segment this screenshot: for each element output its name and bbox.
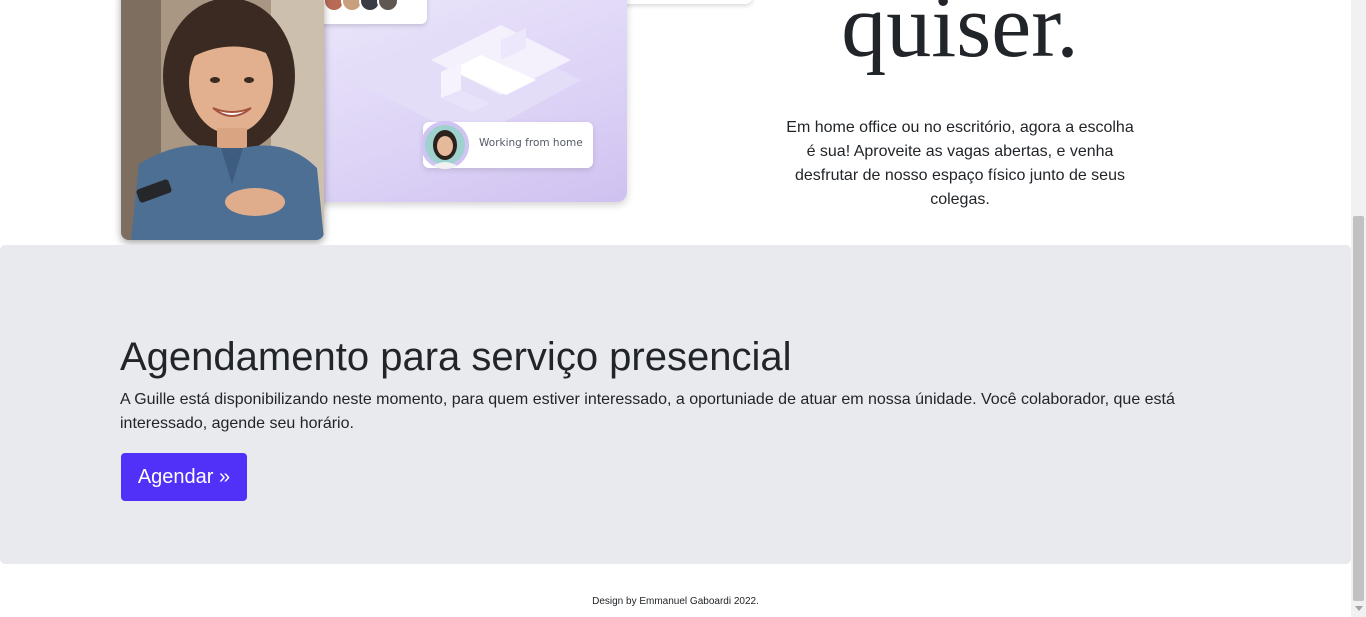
footer-credit: Design by Emmanuel Gaboardi 2022. (592, 596, 759, 607)
page: Working from home quiser. Em home office… (0, 0, 1366, 617)
working-from-home-label: Working from home (479, 137, 583, 149)
scroll-down-arrow-icon[interactable] (1355, 606, 1363, 611)
employee-photo (121, 0, 324, 240)
hero-heading: quiser. (841, 0, 1079, 76)
scheduling-jumbotron: Agendamento para serviço presencial A Gu… (0, 245, 1351, 564)
hero-paragraph: Em home office ou no escritório, agora a… (786, 119, 1134, 208)
avatar (421, 121, 469, 169)
working-from-home-chip: Working from home (421, 121, 593, 169)
office-floor-card (311, 0, 627, 202)
scrollbar-thumb[interactable] (1353, 216, 1364, 601)
avatar (377, 0, 399, 12)
section-description: A Guille está disponibilizando neste mom… (120, 391, 1175, 432)
agendar-button[interactable]: Agendar » (121, 453, 247, 501)
vertical-scrollbar[interactable] (1351, 0, 1366, 617)
hero-illustration: Working from home (121, 0, 753, 242)
section-title: Agendamento para serviço presencial (120, 335, 792, 379)
